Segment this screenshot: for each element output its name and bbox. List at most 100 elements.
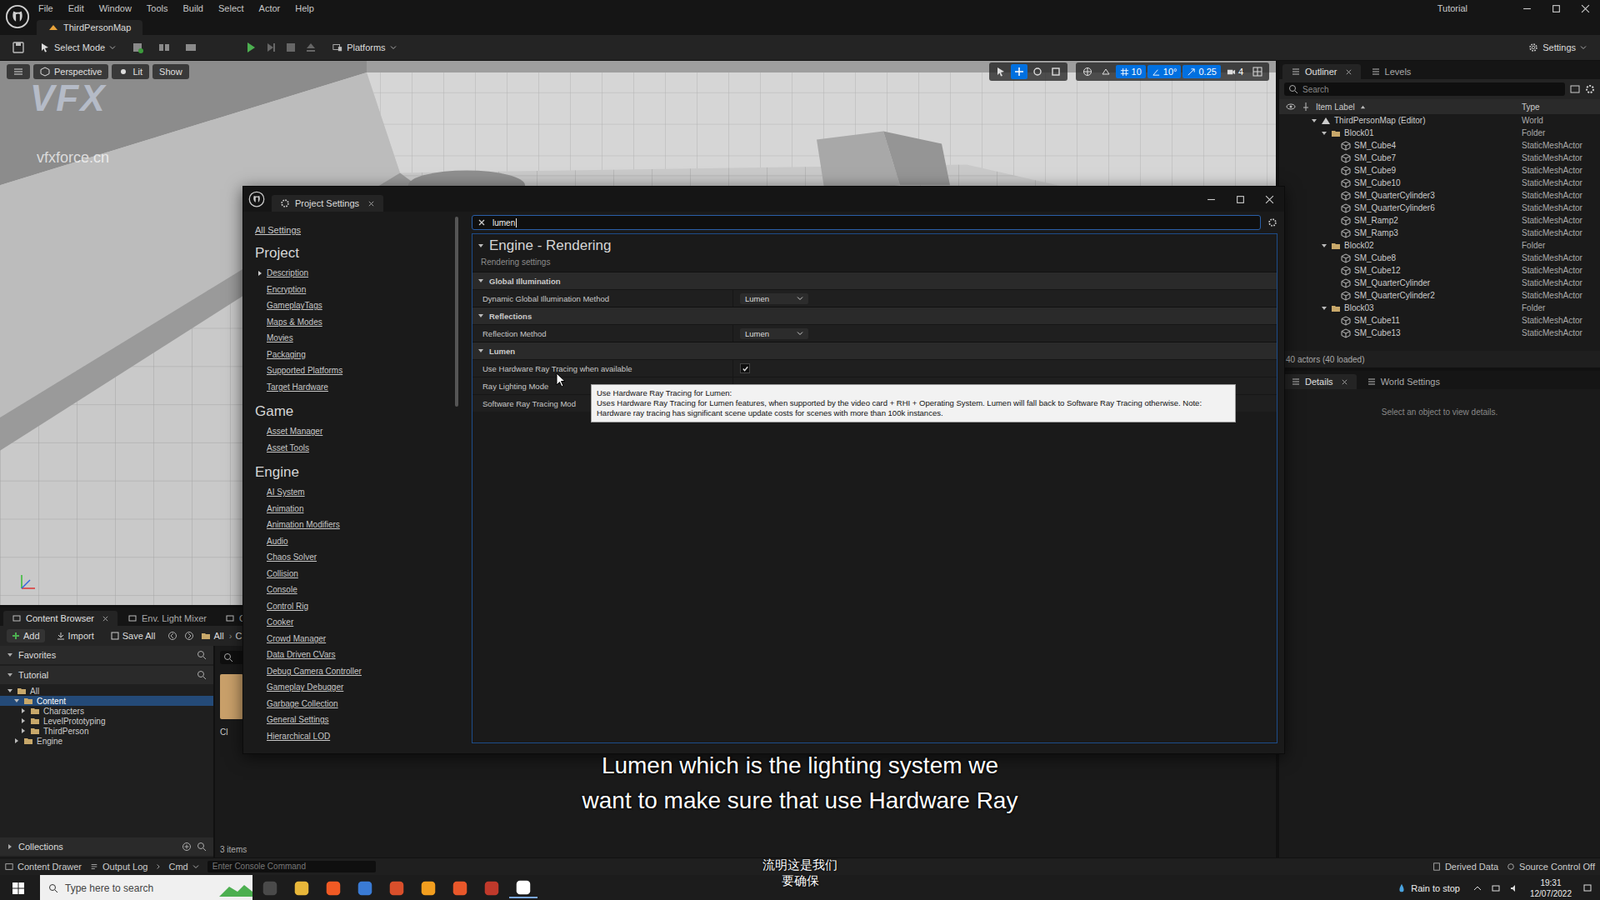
settings-link[interactable]: Collision: [255, 565, 455, 583]
outliner-row[interactable]: Block02Folder: [1279, 239, 1600, 252]
folder-tree-item[interactable]: Characters: [0, 705, 214, 716]
menu-item[interactable]: Window: [97, 3, 134, 14]
status-bar-button[interactable]: Cmd: [155, 861, 199, 872]
menu-item[interactable]: Actor: [257, 3, 283, 14]
history-forward-icon[interactable]: [184, 630, 195, 641]
platforms-button[interactable]: Platforms: [327, 40, 401, 55]
weather-widget[interactable]: Rain to stop: [1396, 883, 1460, 894]
settings-link[interactable]: Encryption: [255, 281, 455, 299]
close-icon[interactable]: [1570, 4, 1600, 14]
expand-arrow-icon[interactable]: [1310, 117, 1318, 125]
menu-item[interactable]: Help: [293, 3, 316, 14]
lit-button[interactable]: Lit: [111, 64, 150, 80]
settings-search-field[interactable]: lumen: [471, 215, 1261, 230]
maximize-icon[interactable]: [1541, 4, 1571, 14]
maximize-icon[interactable]: [1225, 195, 1255, 205]
settings-link[interactable]: Gameplay Debugger: [255, 679, 455, 696]
taskbar-app-icon[interactable]: [255, 879, 285, 898]
settings-link[interactable]: Chaos Solver: [255, 549, 455, 566]
outliner-row[interactable]: SM_Cube4StaticMeshActor: [1279, 139, 1600, 152]
expand-arrow-icon[interactable]: [1320, 242, 1328, 250]
search-icon[interactable]: [196, 650, 207, 660]
add-actor-icon[interactable]: [127, 40, 148, 55]
add-collection-icon[interactable]: [181, 841, 192, 852]
volume-icon[interactable]: [1506, 883, 1522, 894]
tray-chevron-icon[interactable]: [1470, 883, 1485, 894]
close-tab-icon[interactable]: [1340, 378, 1349, 386]
scale-snap[interactable]: 0.25: [1182, 65, 1220, 79]
clear-search-icon[interactable]: [477, 218, 486, 227]
section-header[interactable]: Global Illumination: [472, 271, 1277, 290]
rotation-snap[interactable]: 10°: [1147, 65, 1182, 79]
status-bar-button[interactable]: Source Control Off: [1506, 861, 1595, 872]
path-crumb[interactable]: All›: [214, 630, 233, 641]
map-tab[interactable]: ThirdPersonMap: [36, 20, 143, 35]
status-bar-button[interactable]: Output Log: [90, 861, 148, 872]
settings-link[interactable]: Packaging: [255, 346, 455, 364]
settings-link[interactable]: Supported Platforms: [255, 362, 455, 380]
favorites-header[interactable]: Favorites: [0, 645, 214, 665]
details-tab[interactable]: Details: [1282, 374, 1357, 390]
taskbar-app-icon[interactable]: [445, 879, 475, 898]
gear-icon[interactable]: [1585, 84, 1595, 95]
history-back-icon[interactable]: [167, 630, 178, 641]
settings-link[interactable]: GameplayTags: [255, 297, 455, 315]
settings-link[interactable]: Target Hardware: [255, 379, 455, 396]
rotate-icon[interactable]: [1029, 64, 1046, 80]
console-input[interactable]: Enter Console Command: [207, 860, 376, 873]
settings-link[interactable]: Console: [255, 581, 455, 599]
folder-tree-item[interactable]: LevelPrototyping: [0, 715, 214, 726]
settings-link[interactable]: Cooker: [255, 614, 455, 631]
blueprint-icon[interactable]: [154, 40, 175, 55]
setting-checkbox[interactable]: [740, 363, 750, 374]
outliner-row[interactable]: SM_Cube11StaticMeshActor: [1279, 314, 1600, 327]
outliner-row[interactable]: SM_Cube8StaticMeshActor: [1279, 251, 1600, 265]
taskbar-app-icon[interactable]: [287, 879, 316, 898]
section-header[interactable]: Lumen: [472, 341, 1277, 360]
menu-item[interactable]: Tools: [145, 3, 170, 14]
settings-link[interactable]: Animation Modifiers: [255, 516, 455, 534]
eye-icon[interactable]: [1285, 101, 1296, 112]
layout-icon[interactable]: [1249, 64, 1266, 80]
settings-link[interactable]: Asset Tools: [255, 440, 455, 457]
settings-link[interactable]: Description: [255, 265, 455, 282]
show-button[interactable]: Show: [152, 64, 190, 80]
notifications-icon[interactable]: [1580, 883, 1595, 894]
collections-header[interactable]: Collections: [0, 837, 214, 856]
eject-icon[interactable]: [300, 40, 321, 55]
clock[interactable]: 19:3112/07/2022: [1525, 877, 1577, 900]
settings-link[interactable]: Animation: [255, 500, 455, 518]
taskbar-app-icon[interactable]: [382, 879, 411, 898]
select-mode-button[interactable]: Select Mode: [35, 40, 121, 55]
outliner-row[interactable]: SM_QuarterCylinderStaticMeshActor: [1279, 276, 1600, 290]
expand-arrow-icon[interactable]: [20, 717, 27, 725]
close-tab-icon[interactable]: [367, 200, 375, 208]
outliner-row[interactable]: SM_Cube7StaticMeshActor: [1279, 151, 1600, 165]
taskbar-app-icon[interactable]: [477, 879, 506, 898]
cinematics-icon[interactable]: [180, 40, 201, 55]
settings-link[interactable]: Movies: [255, 330, 455, 347]
taskbar-app-icon[interactable]: [350, 879, 380, 898]
network-icon[interactable]: [1488, 883, 1504, 894]
expand-arrow-icon[interactable]: [20, 707, 27, 715]
settings-link[interactable]: Asset Manager: [255, 423, 455, 440]
taskbar-app-icon[interactable]: [414, 879, 443, 898]
surface-snap-icon[interactable]: [1097, 64, 1115, 80]
outliner-search-field[interactable]: Search: [1284, 82, 1565, 96]
close-tab-icon[interactable]: [101, 615, 110, 623]
stop-icon[interactable]: [280, 40, 301, 55]
outliner-tab[interactable]: Levels: [1362, 64, 1420, 80]
column-header[interactable]: Type: [1521, 102, 1594, 112]
folder-tree-item[interactable]: Engine: [0, 735, 214, 746]
outliner-row[interactable]: SM_Cube10StaticMeshActor: [1279, 176, 1600, 190]
content-browser-button[interactable]: Import: [51, 629, 100, 643]
asset-tile[interactable]: Cl: [220, 674, 245, 737]
content-browser-tab[interactable]: Content Browser: [3, 610, 118, 626]
taskbar-app-icon[interactable]: [509, 878, 538, 899]
close-tab-icon[interactable]: [1345, 68, 1353, 76]
expand-arrow-icon[interactable]: [13, 697, 20, 705]
gear-icon[interactable]: [1267, 217, 1278, 228]
status-bar-button[interactable]: Content Drawer: [5, 861, 82, 872]
settings-link[interactable]: Maps & Modes: [255, 314, 455, 331]
outliner-row[interactable]: SM_Cube13StaticMeshActor: [1279, 326, 1600, 340]
